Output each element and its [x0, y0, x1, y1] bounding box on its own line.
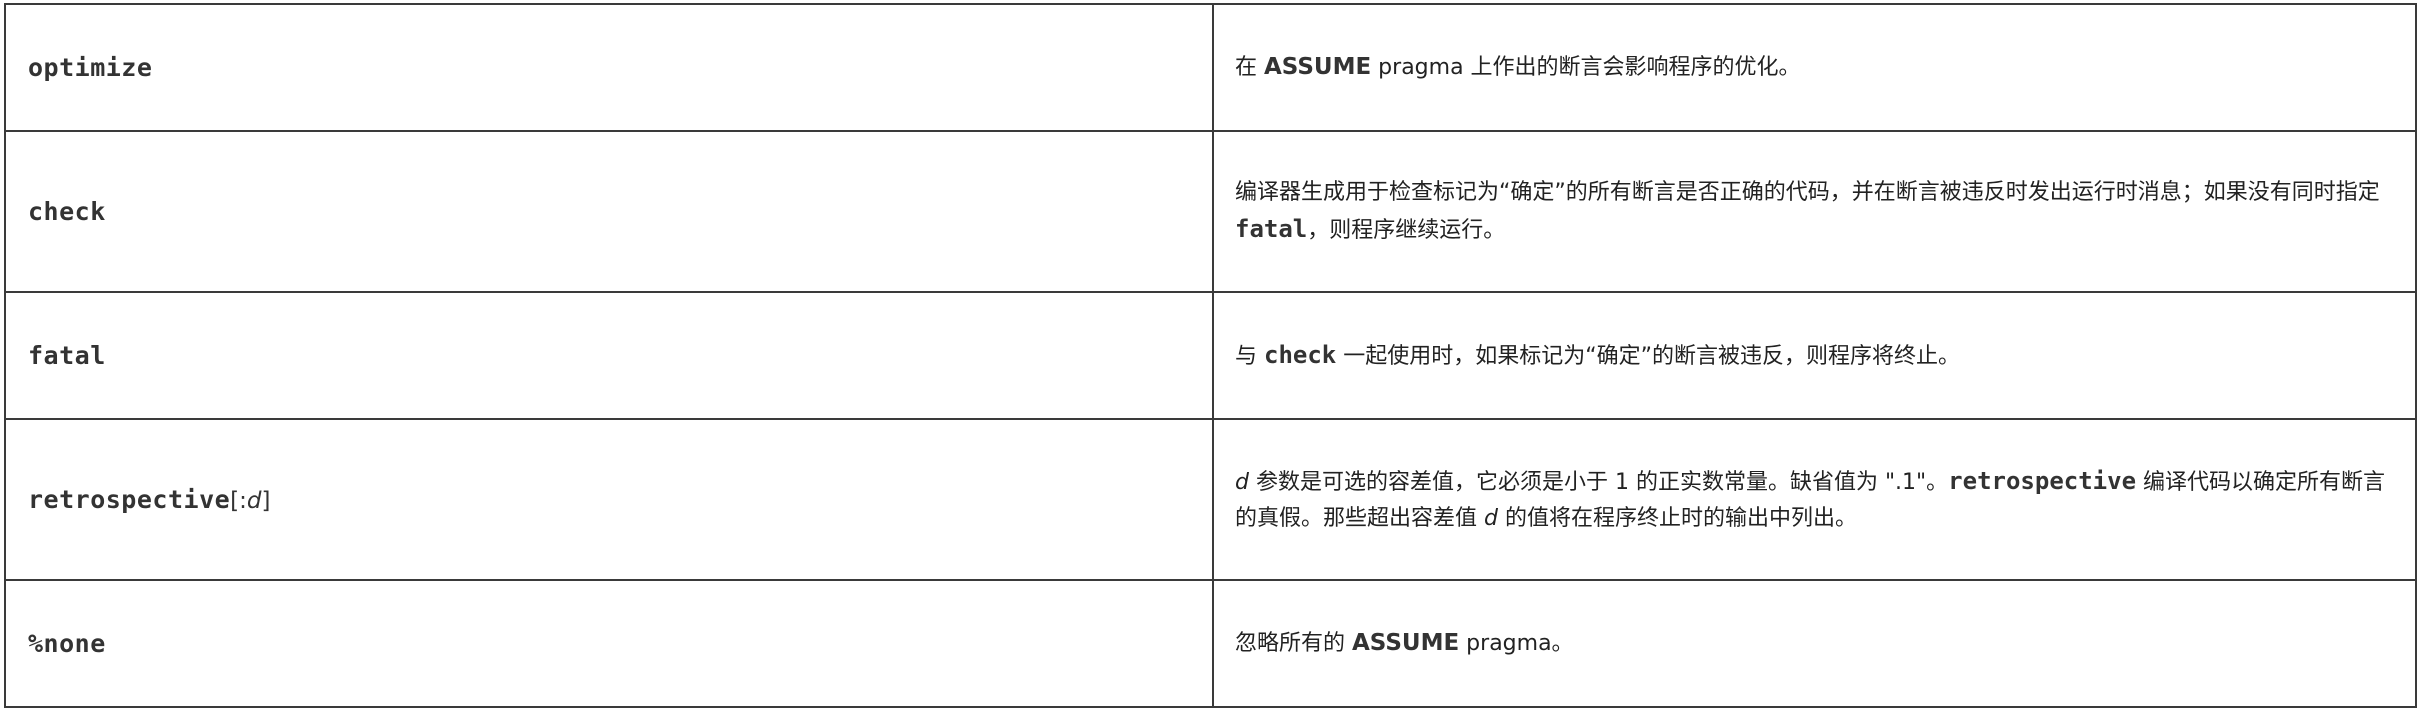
option-bracket-close: ]	[261, 488, 271, 514]
option-name: %none	[28, 629, 106, 658]
option-suffix: [:d]	[230, 488, 270, 514]
option-description: d 参数是可选的容差值，它必须是小于 1 的正实数常量。缺省值为 ".1"。re…	[1235, 463, 2385, 537]
option-cell: fatal	[4, 291, 1214, 420]
assume-options-table: optimize 在 ASSUME pragma 上作出的断言会影响程序的优化。…	[4, 3, 2417, 708]
table-row: check 编译器生成用于检查标记为“确定”的所有断言是否正确的代码，并在断言被…	[4, 130, 2417, 293]
option-cell: retrospective[:d]	[4, 418, 1214, 581]
variable-text: d	[1235, 469, 1249, 495]
option-param: d	[246, 488, 262, 514]
description-text: 在	[1235, 55, 1264, 80]
description-cell: 编译器生成用于检查标记为“确定”的所有断言是否正确的代码，并在断言被违反时发出运…	[1212, 130, 2417, 293]
code-text: check	[1264, 340, 1337, 369]
variable-text: d	[1484, 505, 1498, 531]
description-text: 的值将在程序终止时的输出中列出。	[1497, 505, 1857, 531]
table-row: retrospective[:d] d 参数是可选的容差值，它必须是小于 1 的…	[4, 418, 2417, 581]
description-cell: 在 ASSUME pragma 上作出的断言会影响程序的优化。	[1212, 3, 2417, 132]
table-row: fatal 与 check 一起使用时，如果标记为“确定”的断言被违反，则程序将…	[4, 291, 2417, 420]
code-text: fatal	[1235, 214, 1308, 243]
description-text: 编译器生成用于检查标记为“确定”的所有断言是否正确的代码，并在断言被违反时发出运…	[1235, 179, 2380, 205]
option-cell: %none	[4, 579, 1214, 708]
option-description: 编译器生成用于检查标记为“确定”的所有断言是否正确的代码，并在断言被违反时发出运…	[1235, 175, 2385, 249]
option-cell: check	[4, 130, 1214, 293]
option-description: 在 ASSUME pragma 上作出的断言会影响程序的优化。	[1235, 49, 2385, 86]
option-name: check	[28, 197, 106, 226]
description-cell: 与 check 一起使用时，如果标记为“确定”的断言被违反，则程序将终止。	[1212, 291, 2417, 420]
option-bracket-open: [:	[230, 488, 247, 514]
description-text: pragma。	[1459, 631, 1574, 656]
option-name: optimize	[28, 53, 153, 82]
option-cell: optimize	[4, 3, 1214, 132]
code-text: retrospective	[1948, 466, 2137, 495]
keyword-text: ASSUME	[1264, 54, 1372, 80]
description-cell: 忽略所有的 ASSUME pragma。	[1212, 579, 2417, 708]
table-row: optimize 在 ASSUME pragma 上作出的断言会影响程序的优化。	[4, 3, 2417, 132]
option-name: fatal	[28, 341, 106, 370]
keyword-text: ASSUME	[1352, 630, 1460, 656]
description-text: ，则程序继续运行。	[1307, 217, 1506, 243]
description-text: 一起使用时，如果标记为“确定”的断言被违反，则程序将终止。	[1336, 343, 1961, 369]
description-text: 忽略所有的	[1235, 631, 1352, 656]
option-description: 与 check 一起使用时，如果标记为“确定”的断言被违反，则程序将终止。	[1235, 337, 2385, 375]
option-description: 忽略所有的 ASSUME pragma。	[1235, 625, 2385, 662]
description-text: 与	[1235, 343, 1264, 369]
description-text: pragma 上作出的断言会影响程序的优化。	[1371, 55, 1801, 80]
description-cell: d 参数是可选的容差值，它必须是小于 1 的正实数常量。缺省值为 ".1"。re…	[1212, 418, 2417, 581]
option-name: retrospective	[28, 485, 231, 514]
description-text: 参数是可选的容差值，它必须是小于 1 的正实数常量。缺省值为 ".1"。	[1248, 469, 1949, 495]
table-row: %none 忽略所有的 ASSUME pragma。	[4, 579, 2417, 708]
